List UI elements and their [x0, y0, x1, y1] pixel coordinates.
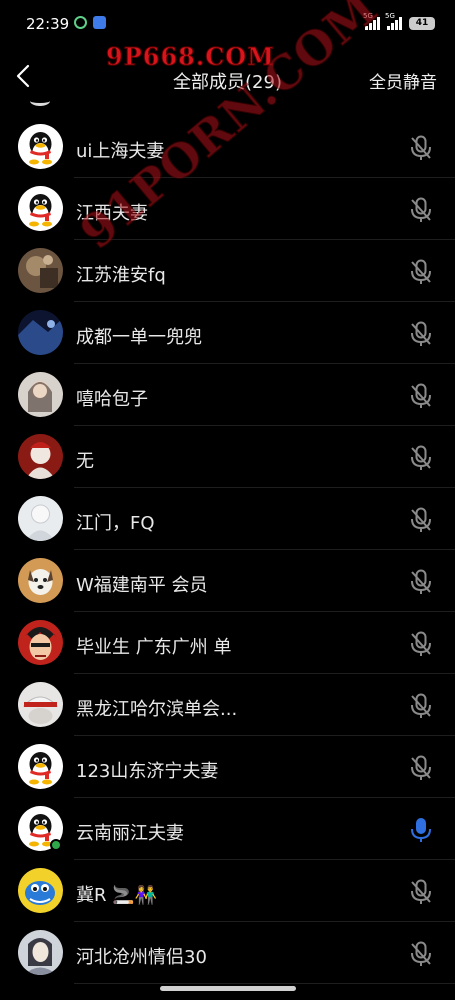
member-row[interactable]: 云南丽江夫妻: [0, 798, 455, 860]
mute-toggle-button[interactable]: [409, 755, 433, 781]
microphone-muted-icon: [411, 569, 431, 594]
microphone-muted-icon: [411, 941, 431, 966]
microphone-muted-icon: [411, 445, 431, 470]
member-name: 冀R 🚬👫: [76, 885, 158, 906]
microphone-button[interactable]: [409, 817, 433, 843]
dog-photo-avatar[interactable]: [18, 558, 63, 603]
qq-notification-icon: [93, 16, 106, 29]
mute-toggle-button[interactable]: [409, 259, 433, 285]
online-status-dot: [50, 839, 62, 851]
mute-toggle-button[interactable]: [409, 507, 433, 533]
member-name: 河北沧州情侣30: [76, 947, 207, 968]
app-notification-icon: [74, 16, 87, 29]
mute-all-button[interactable]: 全员静音: [369, 68, 437, 93]
microphone-muted-icon: [411, 693, 431, 718]
mute-toggle-button[interactable]: [409, 879, 433, 905]
member-name: 江门，FQ: [76, 513, 155, 534]
microphone-muted-icon: [411, 879, 431, 904]
mute-toggle-button[interactable]: [409, 693, 433, 719]
member-row[interactable]: 江西夫妻: [0, 178, 455, 240]
member-row[interactable]: 毕业生 广东广州 单: [0, 612, 455, 674]
status-bar: 22:39 5G 5G 41: [0, 0, 455, 48]
user-photo-avatar[interactable]: [18, 248, 63, 293]
battery-icon: 41: [409, 16, 435, 30]
microphone-muted-icon: [411, 197, 431, 222]
member-row[interactable]: 123山东济宁夫妻: [0, 736, 455, 798]
member-row[interactable]: 河北沧州情侣30: [0, 922, 455, 984]
member-name: 黑龙江哈尔滨单会...: [76, 699, 238, 720]
member-row[interactable]: 嘻哈包子: [0, 364, 455, 426]
mute-toggle-button[interactable]: [409, 197, 433, 223]
partial-avatar: [30, 96, 50, 106]
user-photo-avatar[interactable]: [18, 310, 63, 355]
microphone-muted-icon: [411, 321, 431, 346]
microphone-muted-icon: [411, 507, 431, 532]
microphone-muted-icon: [411, 259, 431, 284]
microphone-muted-icon: [411, 383, 431, 408]
member-row[interactable]: 江苏淮安fq: [0, 240, 455, 302]
member-name: W福建南平 会员: [76, 575, 208, 596]
user-photo-avatar[interactable]: [18, 372, 63, 417]
mute-toggle-button[interactable]: [409, 445, 433, 471]
member-row[interactable]: 江门，FQ: [0, 488, 455, 550]
home-indicator[interactable]: [160, 986, 296, 991]
microphone-muted-icon: [411, 755, 431, 780]
cartoon-avatar[interactable]: [18, 868, 63, 913]
microphone-muted-icon: [411, 135, 431, 160]
member-name: 123山东济宁夫妻: [76, 761, 219, 782]
member-row[interactable]: 冀R 🚬👫: [0, 860, 455, 922]
member-name: 云南丽江夫妻: [76, 823, 184, 844]
member-row[interactable]: 无: [0, 426, 455, 488]
member-name: 无: [76, 451, 94, 472]
user-photo-avatar[interactable]: [18, 682, 63, 727]
mute-toggle-button[interactable]: [409, 569, 433, 595]
member-name: 嘻哈包子: [76, 389, 148, 410]
user-photo-avatar[interactable]: [18, 434, 63, 479]
member-list: ui上海夫妻 江西夫妻 江苏淮安fq 成都一单一兜兜 嘻哈包子无江门，FQ W福建南平 会…: [0, 116, 455, 984]
microphone-icon: [411, 818, 431, 842]
mute-toggle-button[interactable]: [409, 135, 433, 161]
mute-toggle-button[interactable]: [409, 383, 433, 409]
status-time: 22:39: [26, 15, 70, 33]
microphone-muted-icon: [411, 631, 431, 656]
qq-penguin-avatar[interactable]: [18, 186, 63, 231]
member-row[interactable]: 黑龙江哈尔滨单会...: [0, 674, 455, 736]
signal-tag: 5G: [385, 12, 395, 20]
qq-penguin-avatar[interactable]: [18, 744, 63, 789]
mute-toggle-button[interactable]: [409, 631, 433, 657]
mute-toggle-button[interactable]: [409, 941, 433, 967]
signal-icon: 5G: [385, 12, 402, 30]
mute-toggle-button[interactable]: [409, 321, 433, 347]
qq-penguin-avatar[interactable]: [18, 124, 63, 169]
member-name: 江苏淮安fq: [76, 265, 166, 286]
status-app-icons: [74, 16, 106, 29]
user-photo-avatar[interactable]: [18, 930, 63, 975]
member-name: 成都一单一兜兜: [76, 327, 202, 348]
anime-avatar[interactable]: [18, 620, 63, 665]
member-name: 毕业生 广东广州 单: [76, 637, 232, 658]
member-row[interactable]: W福建南平 会员: [0, 550, 455, 612]
user-photo-avatar[interactable]: [18, 496, 63, 541]
member-row[interactable]: 成都一单一兜兜: [0, 302, 455, 364]
